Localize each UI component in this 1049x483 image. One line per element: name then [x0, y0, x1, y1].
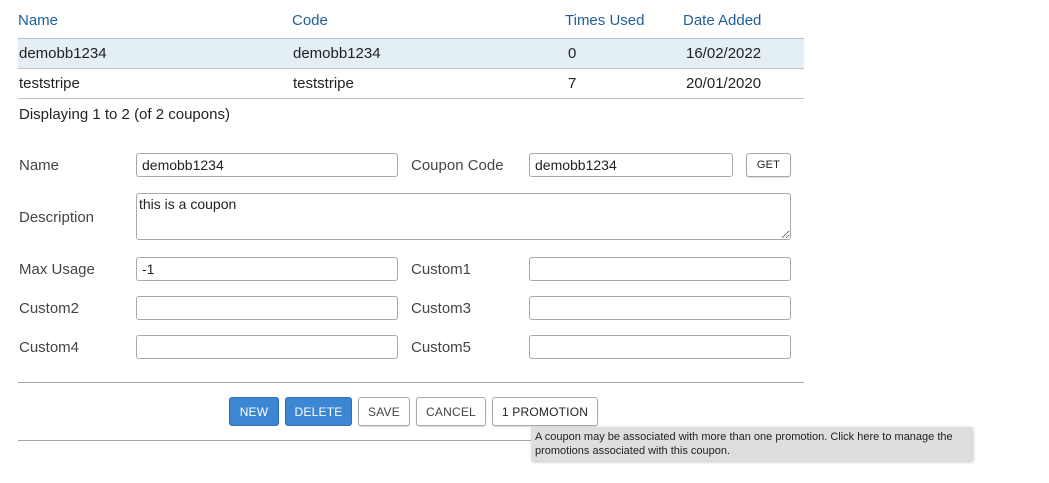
custom5-label: Custom5: [411, 339, 472, 356]
coupon-code-label: Coupon Code: [411, 157, 504, 174]
column-header-times-used[interactable]: Times Used: [565, 12, 644, 29]
description-textarea[interactable]: this is a coupon: [136, 193, 791, 240]
custom4-input[interactable]: [136, 335, 398, 359]
bottom-divider: [18, 440, 531, 441]
table-row[interactable]: demobb1234 demobb1234 0 16/02/2022: [18, 39, 804, 69]
custom5-input[interactable]: [529, 335, 791, 359]
max-usage-input[interactable]: [136, 257, 398, 281]
coupon-table: Name Code Times Used Date Added demobb12…: [18, 0, 804, 99]
custom3-label: Custom3: [411, 300, 472, 317]
pagination-summary: Displaying 1 to 2 (of 2 coupons): [19, 106, 230, 123]
custom3-input[interactable]: [529, 296, 791, 320]
table-row[interactable]: teststripe teststripe 7 20/01/2020: [18, 69, 804, 99]
name-label: Name: [19, 157, 60, 174]
cell-date-added: 16/02/2022: [686, 45, 762, 62]
cancel-button[interactable]: CANCEL: [416, 397, 486, 426]
cell-name: demobb1234: [19, 45, 107, 62]
form-divider: [18, 382, 804, 383]
description-label: Description: [19, 209, 95, 226]
column-header-date-added[interactable]: Date Added: [683, 12, 761, 29]
cell-code: teststripe: [293, 75, 354, 92]
custom4-label: Custom4: [19, 339, 80, 356]
column-header-code[interactable]: Code: [292, 12, 328, 29]
column-header-name[interactable]: Name: [18, 12, 58, 29]
cell-name: teststripe: [19, 75, 80, 92]
table-header: Name Code Times Used Date Added: [18, 0, 804, 39]
custom2-input[interactable]: [136, 296, 398, 320]
cell-date-added: 20/01/2020: [686, 75, 762, 92]
save-button[interactable]: SAVE: [358, 397, 410, 426]
promotion-tooltip: A coupon may be associated with more tha…: [531, 427, 972, 461]
custom2-label: Custom2: [19, 300, 80, 317]
new-button[interactable]: NEW: [229, 397, 279, 426]
cell-times-used: 7: [568, 75, 577, 92]
cell-times-used: 0: [568, 45, 577, 62]
custom1-input[interactable]: [529, 257, 791, 281]
name-input[interactable]: [136, 153, 398, 177]
promotions-button[interactable]: 1 PROMOTION: [492, 397, 598, 426]
delete-button[interactable]: DELETE: [285, 397, 352, 426]
cell-code: demobb1234: [293, 45, 381, 62]
get-code-button[interactable]: GET: [746, 153, 791, 177]
custom1-label: Custom1: [411, 261, 472, 278]
coupon-code-input[interactable]: [529, 153, 733, 177]
max-usage-label: Max Usage: [19, 261, 95, 278]
